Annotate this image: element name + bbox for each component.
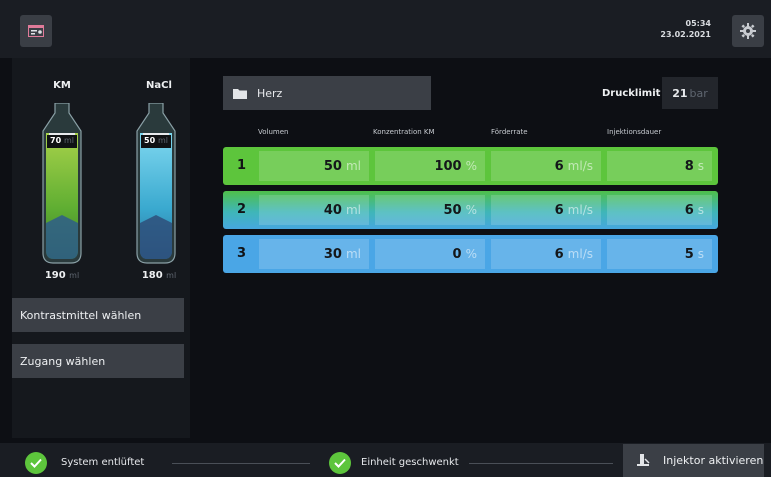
pressure-limit-unit: bar [689, 86, 708, 100]
duration-field[interactable]: 6 s [607, 195, 712, 225]
duration-value: 8 [684, 158, 694, 174]
clock-date: 23.02.2021 [660, 30, 711, 39]
km-amount-value: 190 [44, 270, 66, 281]
concentration-field[interactable]: 0 % [375, 239, 485, 269]
nacl-amount: 180 ml [134, 270, 184, 281]
km-fill-value: 70 ml [47, 136, 77, 145]
rate-field[interactable]: 6 ml/s [491, 195, 601, 225]
phase-row-3[interactable]: 3 30 ml 0 % 6 ml/s 5 s [223, 235, 718, 273]
duration-value: 6 [684, 202, 694, 218]
nacl-amount-value: 180 [141, 270, 163, 281]
nacl-fill-number: 50 [144, 136, 156, 145]
bottle-nacl-label: NaCl [146, 80, 172, 91]
km-bottle-graphic [42, 103, 82, 264]
settings-button[interactable] [732, 15, 764, 47]
km-fill-unit: ml [63, 136, 74, 145]
patient-card-icon [28, 25, 44, 37]
concentration-unit: % [465, 159, 477, 173]
status-unit-swiveled: Einheit geschwenkt [361, 457, 459, 468]
phase-row-2[interactable]: 2 40 ml 50 % 6 ml/s 6 s [223, 191, 718, 229]
rate-field[interactable]: 6 ml/s [491, 151, 601, 181]
pressure-limit-label: Drucklimit [602, 88, 661, 99]
volume-value: 40 [323, 202, 342, 218]
duration-field[interactable]: 5 s [607, 239, 712, 269]
rate-field[interactable]: 6 ml/s [491, 239, 601, 269]
volume-unit: ml [345, 203, 361, 217]
nacl-amount-unit: ml [166, 271, 177, 280]
status-system-vented: System entlüftet [61, 457, 145, 468]
rate-unit: ml/s [567, 159, 593, 173]
protocol-name: Herz [257, 86, 283, 100]
volume-value: 50 [323, 158, 342, 174]
status-divider [172, 463, 310, 464]
select-contrast-button[interactable]: Kontrastmittel wählen [12, 298, 184, 332]
patient-card-button[interactable] [20, 15, 52, 47]
column-header-duration: Injektionsdauer [607, 128, 662, 136]
concentration-value: 100 [434, 158, 462, 174]
volume-value: 30 [323, 246, 342, 262]
pressure-limit-value: 21 [672, 86, 688, 100]
duration-field[interactable]: 8 s [607, 151, 712, 181]
duration-value: 5 [684, 246, 694, 262]
volume-field[interactable]: 30 ml [259, 239, 369, 269]
volume-field[interactable]: 50 ml [259, 151, 369, 181]
km-fill-number: 70 [50, 136, 62, 145]
top-bar [0, 0, 771, 58]
check-icon [25, 452, 47, 474]
volume-field[interactable]: 40 ml [259, 195, 369, 225]
date-time: 05:34 23.02.2021 [660, 18, 711, 40]
phase-number: 1 [237, 158, 247, 173]
nacl-bottle-graphic [136, 103, 176, 264]
protocol-selector[interactable]: Herz [223, 76, 431, 110]
phase-number: 2 [237, 202, 247, 217]
select-access-button[interactable]: Zugang wählen [12, 344, 184, 378]
concentration-value: 50 [443, 202, 462, 218]
clock-time: 05:34 [685, 19, 711, 28]
bottle-km-label: KM [53, 80, 71, 91]
status-divider [469, 463, 613, 464]
rate-unit: ml/s [567, 203, 593, 217]
gear-icon [740, 23, 756, 39]
column-header-rate: Förderrate [491, 128, 528, 136]
volume-unit: ml [345, 247, 361, 261]
injector-icon [637, 453, 650, 466]
check-icon [329, 452, 351, 474]
column-header-volume: Volumen [258, 128, 289, 136]
volume-unit: ml [345, 159, 361, 173]
km-amount-unit: ml [69, 271, 80, 280]
concentration-field[interactable]: 50 % [375, 195, 485, 225]
activate-injector-button[interactable]: Injektor aktivieren [623, 444, 764, 477]
km-amount: 190 ml [37, 270, 87, 281]
concentration-unit: % [465, 247, 477, 261]
phase-number: 3 [237, 246, 247, 261]
duration-unit: s [697, 159, 704, 173]
nacl-fill-value: 50 ml [141, 136, 171, 145]
duration-unit: s [697, 247, 704, 261]
folder-icon [233, 88, 247, 99]
rate-value: 6 [554, 202, 564, 218]
duration-unit: s [697, 203, 704, 217]
concentration-unit: % [465, 203, 477, 217]
concentration-value: 0 [452, 246, 462, 262]
rate-value: 6 [554, 158, 564, 174]
syringe-panel: KM NaCl 70 ml 50 ml 190 ml 180 ml Kontra… [12, 58, 190, 438]
nacl-fill-unit: ml [157, 136, 168, 145]
pressure-limit-field[interactable]: 21 bar [662, 77, 718, 109]
column-header-concentration: Konzentration KM [373, 128, 435, 136]
phase-row-1[interactable]: 1 50 ml 100 % 6 ml/s 8 s [223, 147, 718, 185]
rate-value: 6 [554, 246, 564, 262]
rate-unit: ml/s [567, 247, 593, 261]
activate-injector-label: Injektor aktivieren [663, 454, 764, 467]
concentration-field[interactable]: 100 % [375, 151, 485, 181]
